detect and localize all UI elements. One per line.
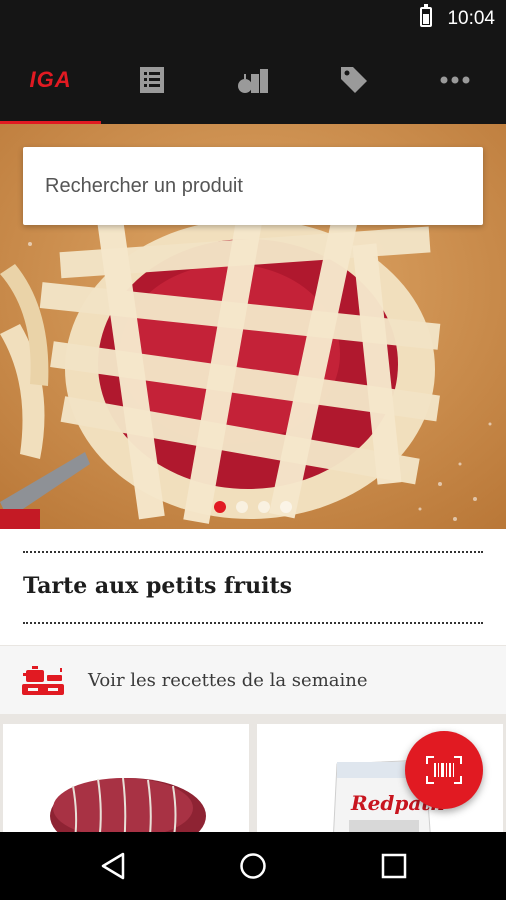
dotted-divider bbox=[23, 551, 483, 553]
roast-image bbox=[50, 777, 206, 844]
top-nav: IGA bbox=[0, 36, 506, 124]
weekly-recipes-label: Voir les recettes de la semaine bbox=[88, 670, 368, 691]
barcode-scan-button[interactable] bbox=[405, 731, 483, 809]
barcode-icon bbox=[426, 756, 462, 784]
tab-more[interactable] bbox=[405, 36, 506, 124]
tab-products[interactable] bbox=[202, 36, 303, 124]
home-icon[interactable] bbox=[239, 852, 267, 880]
clock: 10:04 bbox=[447, 8, 495, 29]
iga-logo: IGA bbox=[29, 67, 72, 92]
tab-offers[interactable] bbox=[304, 36, 405, 124]
dotted-divider bbox=[23, 622, 483, 624]
tab-list[interactable] bbox=[101, 36, 202, 124]
tab-home[interactable]: IGA bbox=[0, 36, 102, 124]
carousel-indicator bbox=[0, 501, 506, 513]
product-card-roast[interactable] bbox=[3, 724, 249, 844]
search-box[interactable] bbox=[23, 147, 483, 225]
more-icon bbox=[440, 76, 470, 84]
status-bar: 10:04 bbox=[0, 0, 506, 36]
weekly-recipes-link[interactable]: Voir les recettes de la semaine bbox=[0, 646, 506, 714]
tag-icon bbox=[341, 67, 368, 93]
cooking-pot-icon bbox=[22, 666, 64, 695]
carousel-dot-active[interactable] bbox=[214, 501, 226, 513]
recents-icon[interactable] bbox=[381, 853, 407, 879]
search-input[interactable] bbox=[45, 174, 483, 198]
system-nav-bar bbox=[0, 832, 506, 900]
carousel-dot[interactable] bbox=[280, 501, 292, 513]
battery-icon bbox=[420, 4, 432, 27]
back-icon[interactable] bbox=[100, 852, 126, 880]
carousel-dot[interactable] bbox=[236, 501, 248, 513]
recipe-title-card[interactable]: Tarte aux petits fruits bbox=[0, 529, 506, 645]
recipe-title: Tarte aux petits fruits bbox=[23, 573, 293, 599]
carousel-dot[interactable] bbox=[258, 501, 270, 513]
grocery-icon bbox=[238, 69, 268, 93]
list-icon bbox=[139, 67, 164, 93]
